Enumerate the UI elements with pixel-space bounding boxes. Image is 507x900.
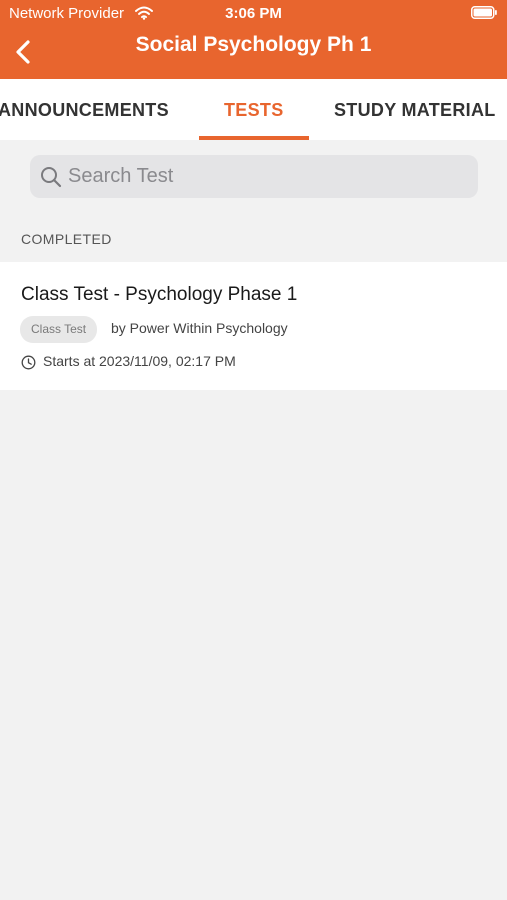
search-bar[interactable] bbox=[30, 155, 478, 198]
page-title: Social Psychology Ph 1 bbox=[135, 33, 372, 56]
tab-bar: ANNOUNCEMENTS TESTS STUDY MATERIAL bbox=[0, 79, 507, 140]
status-time: 3:06 PM bbox=[225, 5, 282, 22]
test-author: by Power Within Psychology bbox=[111, 320, 288, 336]
test-type-badge: Class Test bbox=[20, 316, 98, 343]
status-bar: Network Provider 3:06 PM bbox=[0, 0, 507, 28]
test-title: Class Test - Psychology Phase 1 bbox=[21, 284, 298, 305]
clock-icon bbox=[21, 355, 36, 370]
battery-icon bbox=[471, 6, 497, 19]
section-header-completed: COMPLETED bbox=[21, 231, 112, 247]
search-input[interactable] bbox=[68, 155, 468, 198]
app-header: Network Provider 3:06 PM Social Psycholo… bbox=[0, 0, 507, 79]
tab-announcements[interactable]: ANNOUNCEMENTS bbox=[0, 100, 169, 121]
search-icon bbox=[41, 167, 62, 188]
tab-study-material[interactable]: STUDY MATERIAL bbox=[334, 100, 496, 121]
tab-tests[interactable]: TESTS bbox=[224, 100, 284, 121]
active-tab-indicator bbox=[199, 136, 309, 140]
test-card[interactable]: Class Test - Psychology Phase 1 Class Te… bbox=[0, 262, 507, 390]
test-start-time: Starts at 2023/11/09, 02:17 PM bbox=[43, 353, 236, 369]
